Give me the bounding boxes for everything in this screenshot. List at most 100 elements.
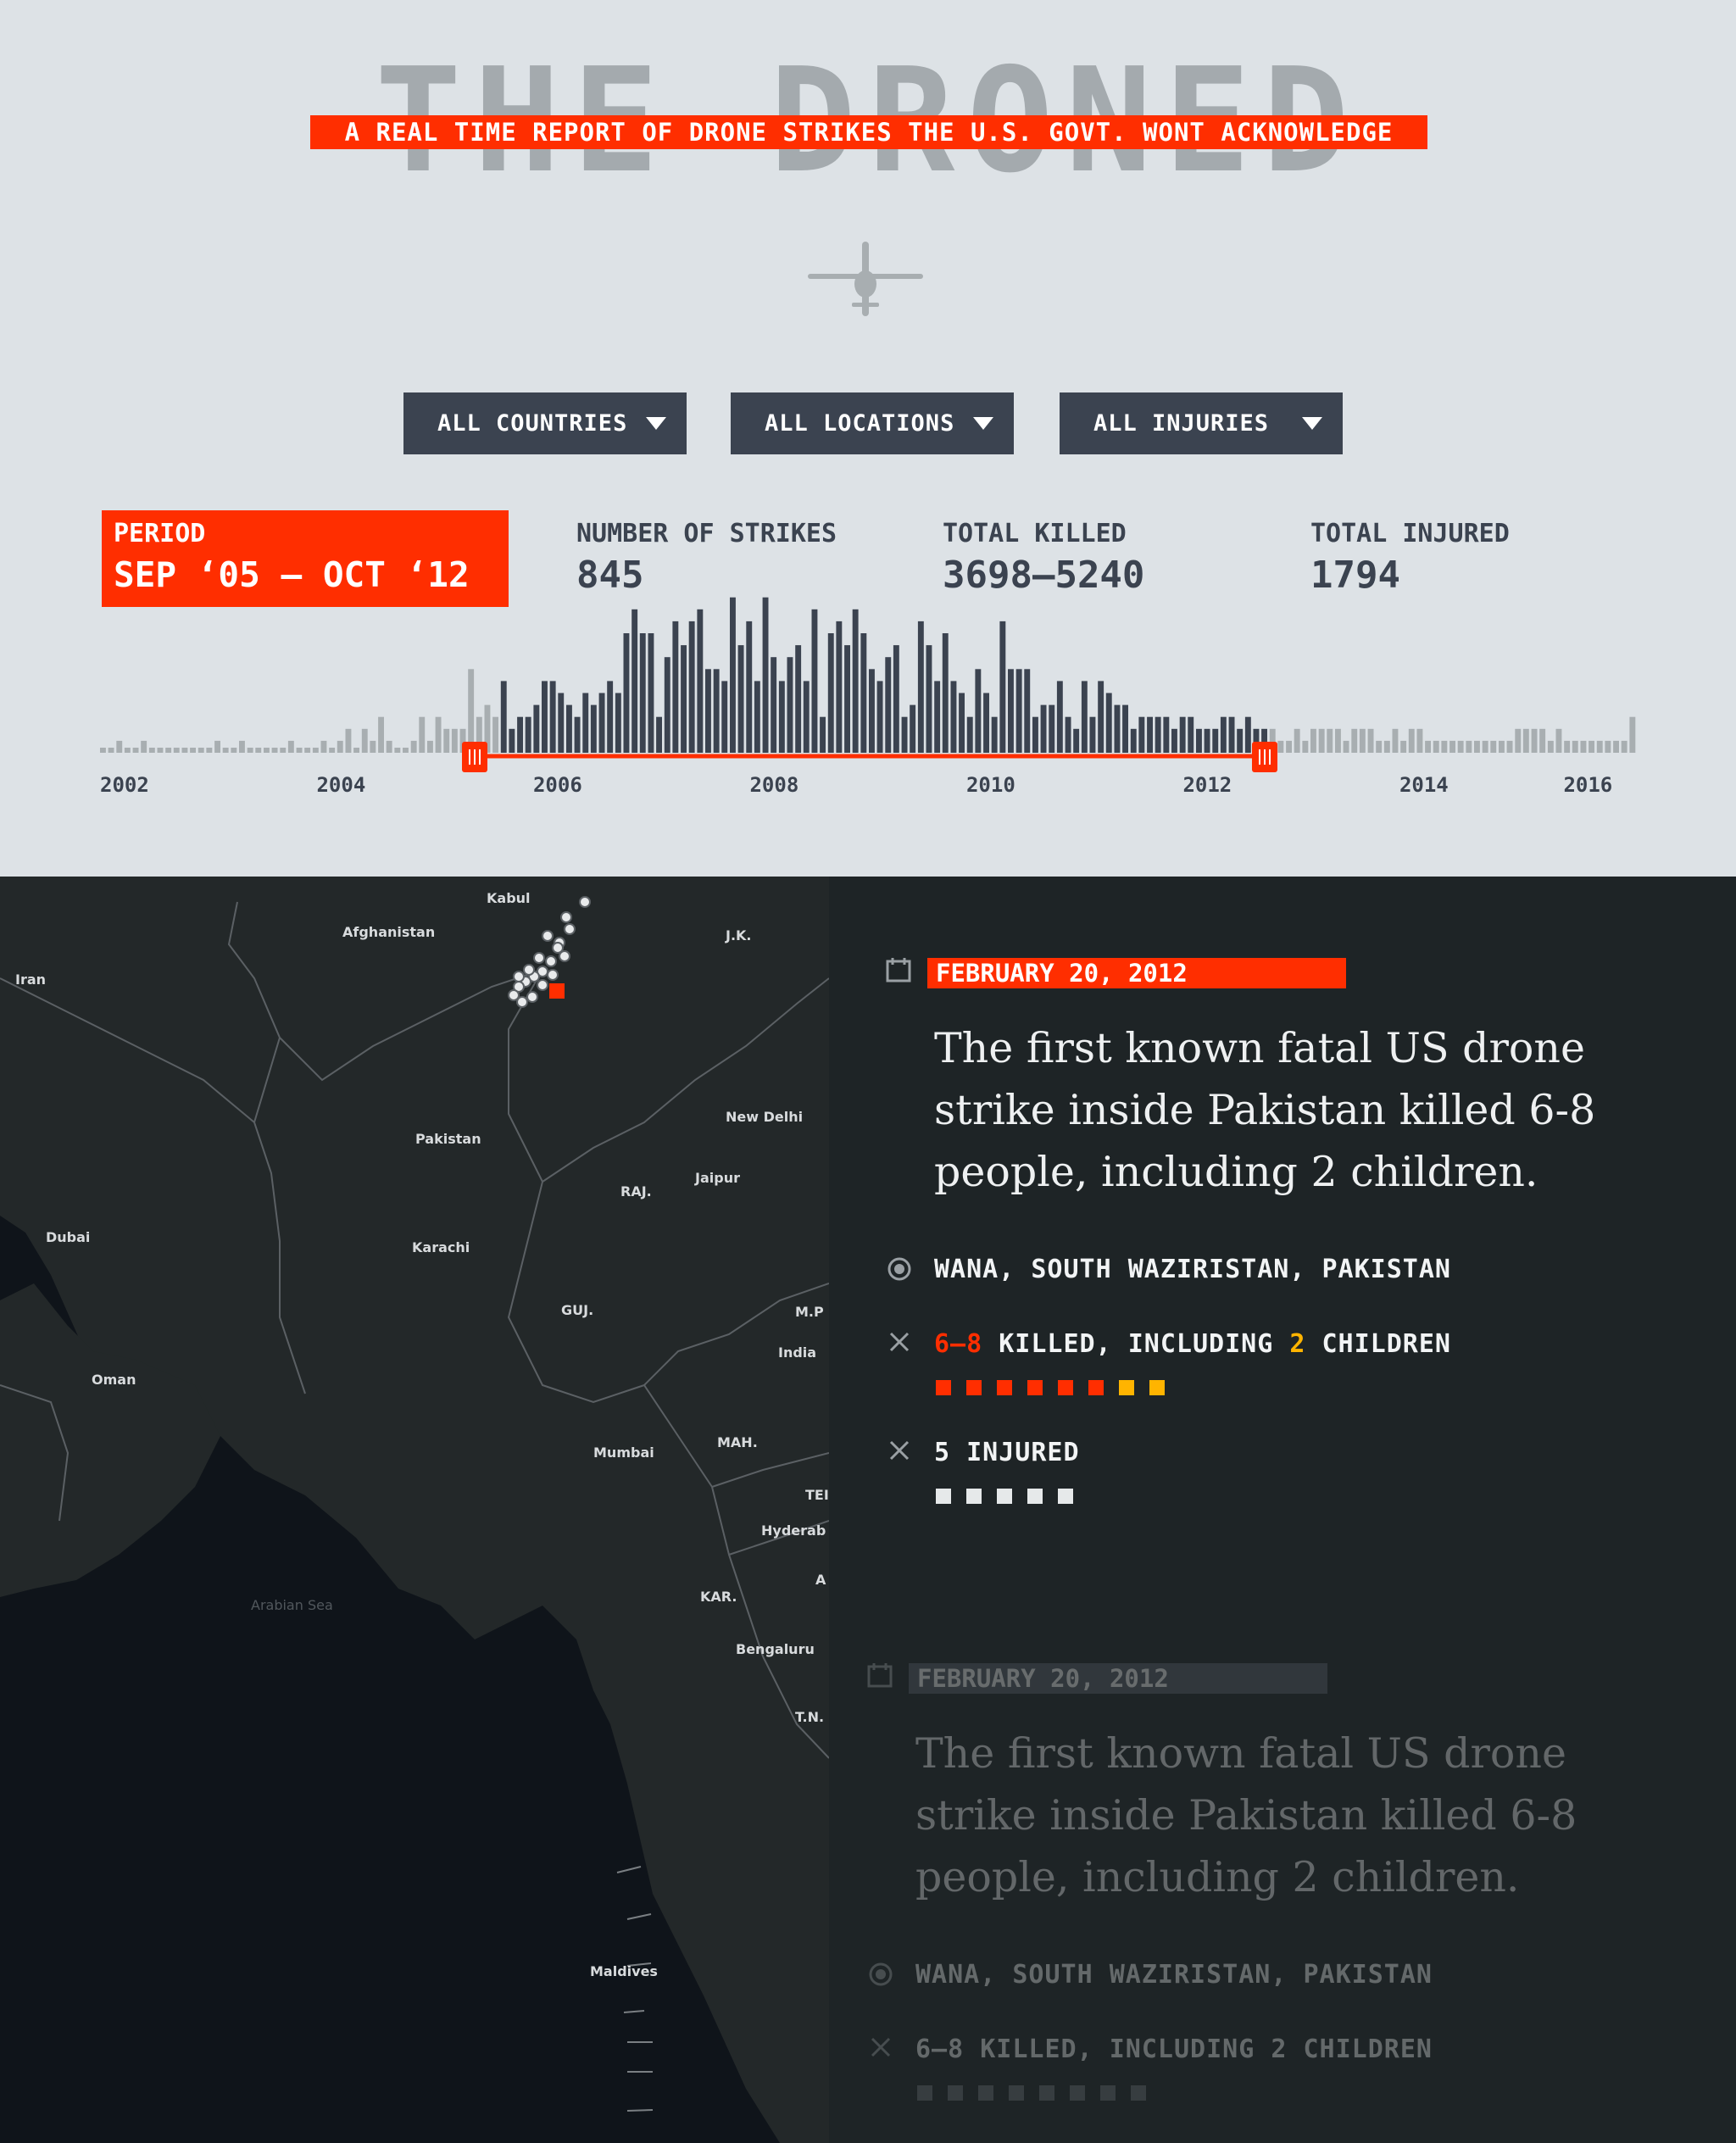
- strike-dot[interactable]: [564, 923, 576, 935]
- timeline-bar: [844, 645, 850, 753]
- strike-dot[interactable]: [547, 969, 559, 981]
- map-label: New Delhi: [726, 1109, 804, 1125]
- timeline-bar: [108, 748, 114, 753]
- timeline-bar: [1130, 728, 1137, 753]
- timeline-year-label: 2004: [316, 773, 366, 797]
- timeline-bar: [148, 748, 155, 753]
- timeline-bar: [623, 633, 630, 753]
- timeline-bar: [419, 716, 426, 753]
- timeline-bar: [1024, 669, 1031, 753]
- map-label: RAJ.: [620, 1183, 652, 1200]
- event-date: FEBRUARY 20, 2012: [927, 958, 1346, 988]
- range-handle-right[interactable]: [1252, 742, 1277, 772]
- timeline-bar: [1539, 728, 1546, 753]
- timeline-bar: [558, 693, 565, 753]
- strike-dot[interactable]: [542, 930, 554, 942]
- timeline-bar: [280, 748, 287, 753]
- timeline-bar: [1163, 716, 1170, 753]
- strike-dot[interactable]: [579, 896, 591, 908]
- timeline-bar: [762, 597, 769, 753]
- timeline-bar: [198, 748, 204, 753]
- event-killed-summary: 6–8 KILLED, INCLUDING 2 CHILDREN: [915, 2034, 1433, 2064]
- children-word: CHILDREN: [1321, 1329, 1451, 1359]
- country-filter-dropdown[interactable]: ALL COUNTRIES: [403, 392, 687, 454]
- selected-strike-marker[interactable]: [549, 983, 565, 999]
- timeline-bar: [566, 704, 572, 753]
- strike-dot[interactable]: [526, 991, 538, 1003]
- timeline-bar: [222, 748, 229, 753]
- strike-map[interactable]: Kabul Afghanistan Iran J.K. Pakistan New…: [0, 877, 829, 2143]
- timeline-bar: [1383, 740, 1390, 753]
- strike-dot[interactable]: [508, 989, 520, 1001]
- strike-dot[interactable]: [537, 979, 548, 991]
- location-filter-dropdown[interactable]: ALL LOCATIONS: [731, 392, 1014, 454]
- timeline-bar: [1138, 716, 1145, 753]
- timeline-bar: [672, 621, 679, 753]
- casualty-square: [997, 1380, 1012, 1395]
- map-label: Jaipur: [695, 1170, 740, 1186]
- casualty-square: [936, 1489, 951, 1504]
- timeline-bar: [820, 716, 826, 753]
- timeline-bar: [394, 748, 401, 753]
- timeline-year-label: 2016: [1563, 773, 1613, 797]
- casualty-square: [966, 1380, 982, 1395]
- chevron-down-icon: [646, 417, 666, 430]
- map-label: Arabian Sea: [251, 1597, 333, 1613]
- timeline-bar: [746, 621, 753, 753]
- timeline-bar: [378, 716, 384, 753]
- timeline-bar: [836, 621, 843, 753]
- strike-dot[interactable]: [523, 964, 535, 976]
- timeline-bar: [165, 748, 172, 753]
- timeline-bar: [771, 657, 777, 753]
- timeline-bar: [542, 681, 548, 753]
- timeline-bar: [410, 740, 417, 753]
- strike-dot[interactable]: [533, 952, 545, 964]
- map-label: GUJ.: [561, 1302, 594, 1318]
- casualty-square: [1039, 2085, 1054, 2101]
- killed-x-icon: [889, 1332, 910, 1352]
- timeline-bar: [893, 645, 899, 753]
- timeline-bar: [1580, 740, 1587, 753]
- injury-filter-dropdown[interactable]: ALL INJURIES: [1060, 392, 1343, 454]
- strike-dot[interactable]: [552, 942, 564, 954]
- range-handle-left[interactable]: [462, 742, 487, 772]
- strike-dot[interactable]: [545, 955, 557, 967]
- timeline-bar: [1499, 740, 1505, 753]
- casualty-square: [936, 1380, 951, 1395]
- timeline-bar: [639, 633, 646, 753]
- casualty-square: [978, 2085, 993, 2101]
- casualty-square: [997, 1489, 1012, 1504]
- timeline-bar: [1376, 740, 1383, 753]
- timeline-bar: [132, 748, 139, 753]
- timeline-chart[interactable]: [0, 585, 1736, 814]
- casualty-square: [1119, 1380, 1134, 1395]
- timeline-bar: [304, 748, 311, 753]
- casualty-square: [1058, 1489, 1073, 1504]
- timeline-bar: [239, 740, 245, 753]
- timeline-bar: [1605, 740, 1611, 753]
- casualty-square: [1100, 2085, 1116, 2101]
- timeline-bar: [1155, 716, 1161, 753]
- timeline-bar: [1294, 728, 1300, 753]
- chevron-down-icon: [973, 417, 993, 430]
- timeline-bar: [1188, 716, 1194, 753]
- event-feed[interactable]: FEBRUARY 20, 2012 The first known fatal …: [829, 877, 1736, 2143]
- strike-dot[interactable]: [513, 971, 525, 982]
- timeline-bar: [1400, 740, 1407, 753]
- location-pin-icon: [887, 1257, 911, 1281]
- strike-dot[interactable]: [560, 911, 572, 923]
- timeline-bar: [1122, 704, 1128, 753]
- timeline-bar: [435, 716, 442, 753]
- timeline-bar: [509, 728, 515, 753]
- timeline-bar: [1015, 669, 1022, 753]
- timeline-bar: [141, 740, 147, 753]
- map-label: T.N.: [795, 1709, 825, 1725]
- timeline-bar: [926, 645, 932, 753]
- timeline-bar: [1490, 740, 1497, 753]
- timeline-bar: [1408, 728, 1415, 753]
- timeline-bar: [582, 693, 589, 753]
- timeline-bar: [983, 693, 989, 753]
- timeline-bar: [827, 633, 834, 753]
- timeline-bar: [1049, 704, 1055, 753]
- map-label: KAR.: [700, 1589, 737, 1605]
